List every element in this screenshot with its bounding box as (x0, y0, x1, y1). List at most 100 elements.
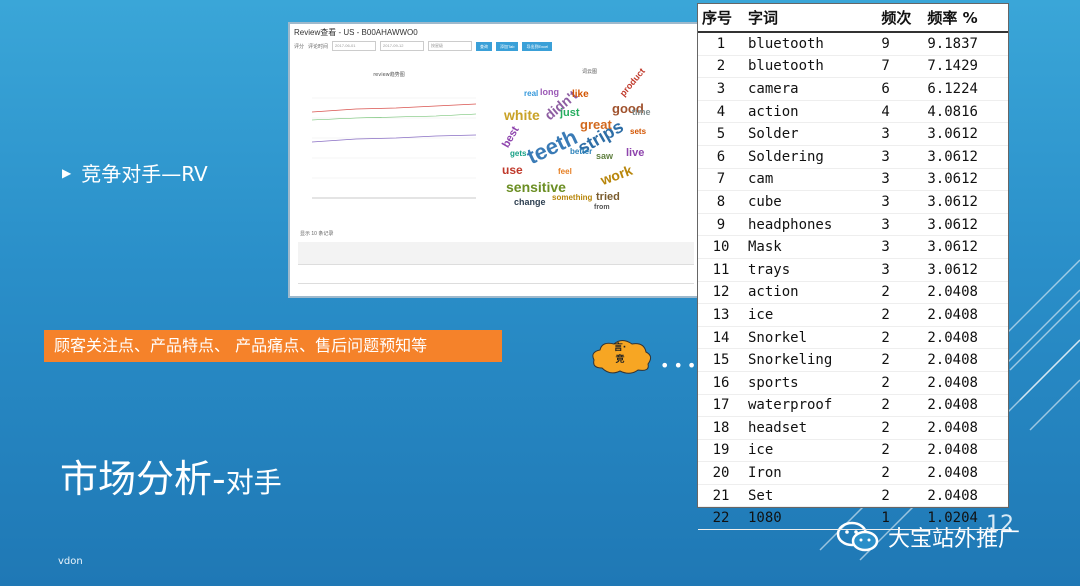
row-word: headphones (744, 213, 878, 237)
row-word: cube (744, 190, 878, 214)
table-row: 2 bluetooth 7 7.1429 (698, 55, 1008, 79)
wc-word: better (570, 147, 593, 156)
row-percent: 2.0408 (923, 439, 1008, 463)
row-count: 2 (877, 461, 924, 485)
word-frequency-table: 序号 字词 频次 频率 % 1 bluetooth 9 9.1837 2 bluetoot… (697, 3, 1009, 531)
table-row: 10 Mask 3 3.0612 (698, 235, 1008, 259)
table-row: 4 action 4 4.0816 (698, 100, 1008, 124)
wc-word: product (617, 66, 647, 99)
row-count: 6 (877, 77, 924, 101)
footer-text: vdon (58, 556, 83, 567)
wc-word: something (552, 193, 593, 202)
row-percent: 2.0408 (923, 281, 1008, 305)
row-count: 2 (877, 484, 924, 508)
slide-title: 市场分析-对手 (60, 448, 282, 503)
word-cloud: 词云图 teeth strips sensitive white didn't … (496, 66, 656, 222)
title-small: 对手 (225, 466, 282, 499)
row-index: 22 (698, 506, 744, 531)
row-count: 3 (877, 122, 924, 146)
row-count: 1 (877, 506, 924, 531)
row-word: 1080 (744, 506, 878, 531)
row-count: 2 (877, 303, 924, 327)
row-index: 19 (698, 439, 744, 463)
wc-word: feel (558, 167, 572, 176)
col-header-count: 频次 (877, 4, 924, 33)
table-row: 18 headset 2 2.0408 (698, 416, 1008, 440)
row-word: Mask (744, 235, 878, 259)
wc-word: use (502, 163, 523, 177)
table-row: 8 cube 3 3.0612 (698, 190, 1008, 214)
row-percent: 7.1429 (923, 55, 1008, 79)
row-word: ice (744, 303, 878, 327)
wc-word: time (632, 107, 651, 117)
row-count: 2 (877, 416, 924, 440)
row-percent: 3.0612 (923, 145, 1008, 169)
wc-word: gets (510, 149, 527, 158)
table-row: 16 sports 2 2.0408 (698, 371, 1008, 395)
row-word: action (744, 281, 878, 305)
wc-word: best (500, 124, 522, 151)
row-count: 3 (877, 168, 924, 192)
row-index: 20 (698, 461, 744, 485)
wc-word: just (560, 107, 580, 119)
wc-word: real (524, 89, 539, 98)
row-word: sports (744, 371, 878, 395)
row-word: headset (744, 416, 878, 440)
row-count: 3 (877, 190, 924, 214)
table-row: 22 1080 1 1.0204 (698, 506, 1008, 531)
row-word: trays (744, 258, 878, 282)
end-date-field[interactable]: 2017-09-12 (380, 41, 425, 51)
col-header-word: 字词 (744, 4, 878, 33)
table-row: 13 ice 2 2.0408 (698, 303, 1008, 327)
col-header-index: 序号 (698, 4, 744, 33)
row-index: 12 (698, 281, 744, 305)
triangle-bullet-icon: ▶ (62, 165, 72, 180)
row-word: Snorkel (744, 326, 878, 350)
row-word: Snorkeling (744, 348, 878, 372)
row-word: waterproof (744, 394, 878, 418)
row-index: 1 (698, 32, 744, 56)
wc-word: long (540, 87, 559, 97)
table-row: 21 Set 2 2.0408 (698, 484, 1008, 508)
add-tab-button[interactable]: 添加Tab (496, 41, 519, 51)
screenshot-toolbar: 评分 评论时间 2017-06-01 2017-09-12 按星级 查询 添加T… (290, 38, 698, 54)
row-index: 11 (698, 258, 744, 282)
wc-word: white (504, 107, 540, 123)
row-index: 13 (698, 303, 744, 327)
row-index: 3 (698, 77, 744, 101)
table-row[interactable] (298, 283, 694, 296)
row-count: 2 (877, 439, 924, 463)
row-word: Set (744, 484, 878, 508)
wc-word: work (598, 161, 635, 189)
wc-word: sets (630, 127, 647, 136)
row-index: 16 (698, 371, 744, 395)
records-label: 显示 10 条记录 (300, 231, 334, 237)
row-index: 10 (698, 235, 744, 259)
table-row[interactable] (298, 264, 694, 284)
row-word: cam (744, 168, 878, 192)
row-word: ice (744, 439, 878, 463)
wc-word: sensitive (506, 179, 566, 195)
table-row: 1 bluetooth 9 9.1837 (698, 32, 1008, 56)
wc-word: saw (596, 151, 614, 161)
rating-select[interactable]: 按星级 (428, 41, 473, 51)
table-row: 6 Soldering 3 3.0612 (698, 145, 1008, 169)
row-percent: 2.0408 (923, 371, 1008, 395)
export-button[interactable]: 导出到Excel (522, 41, 553, 51)
table-row: 17 waterproof 2 2.0408 (698, 394, 1008, 418)
review-trend-chart: review趋势图 (311, 71, 477, 199)
row-percent: 1.0204 (923, 506, 1008, 531)
row-count: 4 (877, 100, 924, 124)
start-date-field[interactable]: 2017-06-01 (332, 41, 377, 51)
row-percent: 9.1837 (923, 32, 1008, 56)
row-index: 5 (698, 122, 744, 146)
wc-word: like (572, 89, 589, 100)
bullet-text: 竞争对手—RV (81, 162, 208, 186)
row-percent: 2.0408 (923, 348, 1008, 372)
col-header-percent: 频率 % (923, 4, 1008, 33)
query-button[interactable]: 查询 (476, 41, 493, 51)
row-percent: 2.0408 (923, 416, 1008, 440)
table-row: 20 Iron 2 2.0408 (698, 461, 1008, 485)
table-row: 19 ice 2 2.0408 (698, 439, 1008, 463)
row-percent: 2.0408 (923, 461, 1008, 485)
